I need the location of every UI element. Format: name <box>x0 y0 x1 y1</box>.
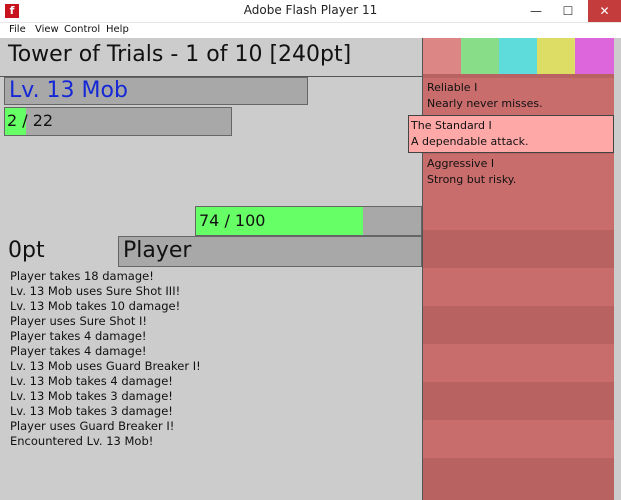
log-line: Player takes 18 damage! <box>10 269 154 283</box>
enemy-hp-bar: 2 / 22 <box>4 107 232 136</box>
player-name-bar: Player <box>118 236 422 267</box>
skill-card-aggressive[interactable]: Aggressive I Strong but risky. <box>423 154 614 192</box>
log-line: Player uses Sure Shot I! <box>10 314 148 328</box>
skill-panel: Reliable I Nearly never misses. Aggressi… <box>422 38 621 500</box>
menu-view[interactable]: View <box>35 24 59 35</box>
color-swatch[interactable] <box>537 38 575 74</box>
enemy-name-bar: Lv. 13 Mob <box>4 77 308 105</box>
panel-stripe <box>423 192 614 230</box>
skill-desc: A dependable attack. <box>411 135 529 148</box>
player-score: 0pt <box>8 238 45 263</box>
panel-stripe <box>423 382 614 420</box>
panel-stripe <box>423 230 614 268</box>
panel-stripe <box>423 420 614 458</box>
panel-stripe <box>423 458 614 500</box>
player-hp-text: 74 / 100 <box>199 211 266 230</box>
menu-bar: File View Control Help <box>0 23 621 38</box>
log-line: Encountered Lv. 13 Mob! <box>10 434 154 448</box>
log-line: Player takes 4 damage! <box>10 329 147 343</box>
log-line: Lv. 13 Mob takes 4 damage! <box>10 374 173 388</box>
maximize-button[interactable]: ☐ <box>553 0 583 22</box>
window-titlebar: f Adobe Flash Player 11 — ☐ ✕ <box>0 0 621 23</box>
minimize-button[interactable]: — <box>521 0 551 22</box>
enemy-hp-text: 2 / 22 <box>7 111 54 130</box>
panel-stripe <box>423 268 614 306</box>
skill-desc: Nearly never misses. <box>427 97 543 110</box>
panel-stripe <box>423 344 614 382</box>
combat-log: Player takes 18 damage! Lv. 13 Mob uses … <box>10 269 410 449</box>
log-line: Player uses Guard Breaker I! <box>10 419 175 433</box>
log-line: Lv. 13 Mob uses Sure Shot III! <box>10 284 181 298</box>
skill-name: Reliable I <box>427 81 478 94</box>
color-swatch[interactable] <box>575 38 614 74</box>
skill-name: The Standard I <box>411 119 492 132</box>
skill-card-standard-selected[interactable]: The Standard I A dependable attack. <box>408 115 614 153</box>
skill-card-reliable[interactable]: Reliable I Nearly never misses. <box>423 78 614 116</box>
menu-help[interactable]: Help <box>106 24 129 35</box>
log-line: Lv. 13 Mob takes 10 damage! <box>10 299 181 313</box>
color-swatch[interactable] <box>461 38 499 74</box>
menu-file[interactable]: File <box>9 24 26 35</box>
color-swatch[interactable] <box>499 38 537 74</box>
menu-control[interactable]: Control <box>64 24 100 35</box>
skill-desc: Strong but risky. <box>427 173 517 186</box>
close-button[interactable]: ✕ <box>588 0 621 22</box>
log-line: Lv. 13 Mob uses Guard Breaker I! <box>10 359 201 373</box>
log-line: Player takes 4 damage! <box>10 344 147 358</box>
player-hp-bar: 74 / 100 <box>195 206 422 236</box>
log-line: Lv. 13 Mob takes 3 damage! <box>10 389 173 403</box>
dungeon-title: Tower of Trials - 1 of 10 [240pt] <box>8 42 352 67</box>
game-stage: Tower of Trials - 1 of 10 [240pt] Lv. 13… <box>0 38 621 500</box>
log-line: Lv. 13 Mob takes 3 damage! <box>10 404 173 418</box>
panel-stripe <box>423 306 614 344</box>
player-name: Player <box>123 238 192 263</box>
color-swatch[interactable] <box>423 38 461 74</box>
skill-name: Aggressive I <box>427 157 495 170</box>
enemy-name: Lv. 13 Mob <box>9 78 128 103</box>
